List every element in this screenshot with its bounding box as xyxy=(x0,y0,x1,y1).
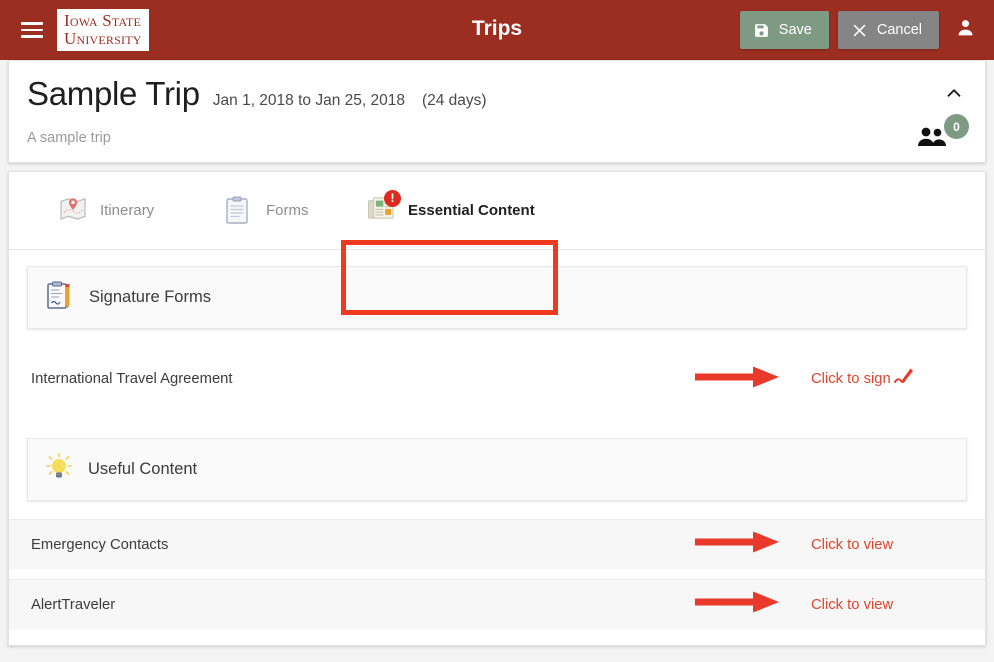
people-group-icon xyxy=(917,125,947,152)
close-x-icon xyxy=(851,22,868,39)
page-content: Sample Trip Jan 1, 2018 to Jan 25, 2018 … xyxy=(8,60,986,646)
hamburger-menu-icon[interactable] xyxy=(21,22,43,38)
section-title: Useful Content xyxy=(88,460,198,478)
tab-itinerary[interactable]: Itinerary xyxy=(59,171,154,249)
trip-description: A sample trip xyxy=(27,130,111,146)
alert-badge-icon: ! xyxy=(384,190,401,207)
map-pin-icon xyxy=(59,196,87,224)
click-to-view-link[interactable]: Click to view xyxy=(811,537,961,553)
action-label: Click to view xyxy=(811,596,894,613)
trip-summary-card: Sample Trip Jan 1, 2018 to Jan 25, 2018 … xyxy=(8,60,986,163)
newspaper-icon: ! xyxy=(367,190,401,224)
chevron-up-icon[interactable] xyxy=(943,82,965,104)
participants-indicator[interactable]: 0 xyxy=(917,114,969,154)
trip-name: Sample Trip xyxy=(27,75,200,112)
tab-essential-content[interactable]: ! Essential Content xyxy=(367,171,535,249)
annotation-arrow-icon xyxy=(695,590,779,619)
logo-line-2: University xyxy=(64,28,142,48)
clipboard-icon xyxy=(225,196,253,224)
click-to-sign-link[interactable]: Click to sign xyxy=(811,367,961,391)
trip-detail-card: Itinerary Forms ! Essential Content Sign… xyxy=(8,171,986,646)
row-gap xyxy=(9,569,985,579)
click-to-view-link[interactable]: Click to view xyxy=(811,597,961,613)
light-bulb-icon xyxy=(46,452,72,486)
table-row[interactable]: Emergency Contacts Click to view xyxy=(9,519,985,569)
tab-bar: Itinerary Forms ! Essential Content xyxy=(9,172,985,250)
trip-duration: (24 days) xyxy=(421,92,487,109)
tab-forms-label: Forms xyxy=(266,201,309,219)
floppy-disk-save-icon xyxy=(753,22,770,39)
cancel-button-label: Cancel xyxy=(876,22,922,38)
participants-count-badge: 0 xyxy=(944,114,969,139)
app-header-bar: Iowa State University Trips Save Cancel xyxy=(0,0,994,60)
save-button-label: Save xyxy=(778,22,812,38)
tab-forms[interactable]: Forms xyxy=(225,171,309,249)
section-header-signature-forms[interactable]: Signature Forms xyxy=(27,266,967,329)
trip-title-row: Sample Trip Jan 1, 2018 to Jan 25, 2018 … xyxy=(27,75,967,113)
cancel-button[interactable]: Cancel xyxy=(837,11,939,49)
logo-line-1: Iowa State xyxy=(64,11,142,31)
memo-clipboard-pencil-icon xyxy=(46,281,73,315)
tab-itinerary-label: Itinerary xyxy=(100,201,155,219)
tab-essential-content-label: Essential Content xyxy=(408,201,535,219)
section-header-useful-content[interactable]: Useful Content xyxy=(27,438,967,501)
header-actions: Save Cancel xyxy=(739,0,978,60)
save-button[interactable]: Save xyxy=(739,11,829,49)
action-label: Click to sign xyxy=(811,371,891,387)
section-title: Signature Forms xyxy=(89,288,211,306)
table-row[interactable]: AlertTraveler Click to view xyxy=(9,579,985,629)
action-label: Click to view xyxy=(811,536,894,553)
item-name: Emergency Contacts xyxy=(31,536,169,553)
signature-pen-icon xyxy=(893,367,915,391)
annotation-arrow-icon xyxy=(695,530,779,559)
item-name: AlertTraveler xyxy=(31,596,116,613)
table-row[interactable]: International Travel Agreement Click to … xyxy=(9,354,985,404)
item-name: International Travel Agreement xyxy=(31,371,233,387)
iowa-state-university-logo[interactable]: Iowa State University xyxy=(57,9,149,51)
trip-dates: Jan 1, 2018 to Jan 25, 2018 xyxy=(212,92,405,109)
active-tab-underline xyxy=(354,242,550,245)
person-account-icon[interactable] xyxy=(955,17,976,43)
annotation-arrow-icon xyxy=(695,365,779,394)
